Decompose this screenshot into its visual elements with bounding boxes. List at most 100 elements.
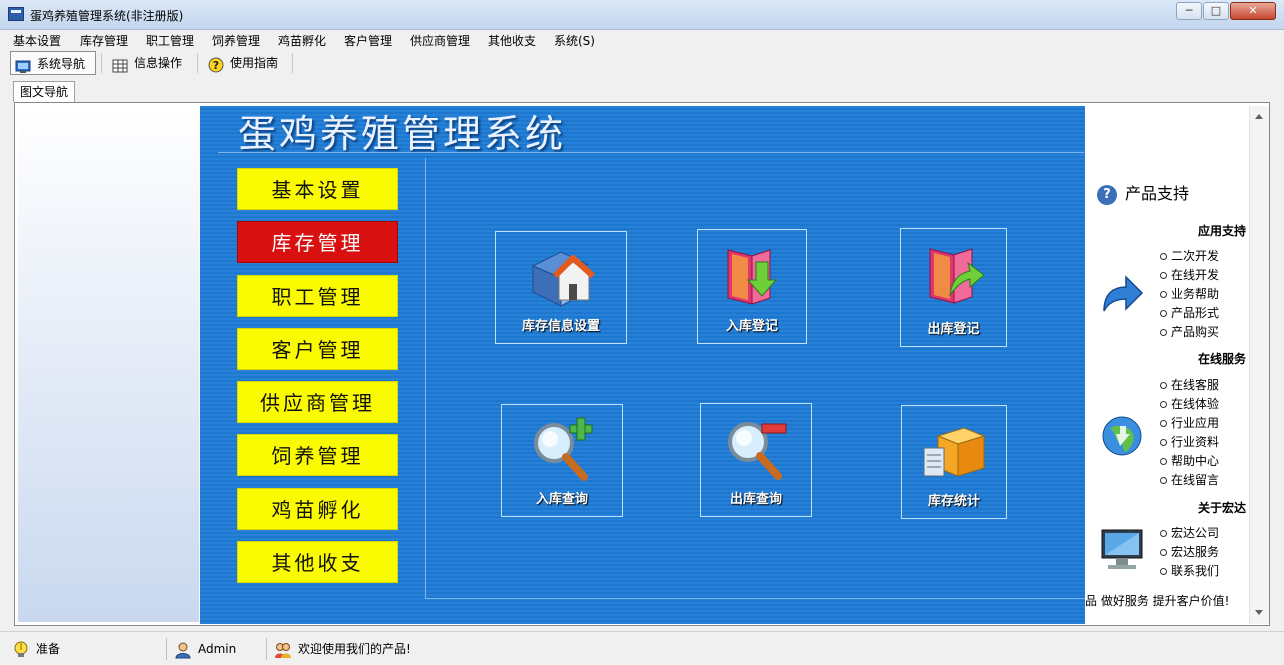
question-icon: ?: [1097, 184, 1117, 205]
panel-title: 蛋鸡养殖管理系统: [238, 112, 567, 156]
scroll-up-icon[interactable]: [1255, 114, 1263, 119]
status-ready: 准备: [12, 636, 60, 662]
left-gradient-strip: [18, 106, 199, 622]
magnifier-plus-icon: [528, 417, 596, 483]
status-separator: [166, 638, 167, 660]
toolbar-separator: [101, 53, 102, 73]
section-about-title: 关于宏达: [1197, 501, 1246, 515]
folder-arrow-out-icon: [920, 241, 988, 307]
menu-suppliers[interactable]: 供应商管理: [410, 32, 470, 49]
tile-stock-in-query[interactable]: 入库查询: [501, 404, 623, 517]
folder-arrow-down-icon: [718, 242, 786, 308]
window-title: 蛋鸡养殖管理系统(非注册版): [30, 9, 184, 23]
link-industry-docs[interactable]: 行业资料: [1160, 433, 1219, 450]
tile-inventory-settings[interactable]: 库存信息设置: [495, 231, 627, 344]
nav-divider: [425, 158, 426, 598]
tab-graphic-nav[interactable]: 图文导航: [13, 81, 75, 102]
link-product-form[interactable]: 产品形式: [1160, 304, 1219, 321]
globe-icon: [1100, 412, 1144, 458]
info-ops-label: 信息操作: [134, 56, 183, 70]
support-footer-marquee: 品 做好服务 提升客户价值!: [1085, 594, 1230, 608]
vertical-scrollbar[interactable]: [1249, 106, 1269, 624]
section-app-support-title: 应用支持: [1197, 224, 1246, 238]
tile-stock-in-query-label: 入库查询: [535, 492, 588, 507]
link-industry-apps[interactable]: 行业应用: [1160, 414, 1219, 431]
toolbar: 系统导航 信息操作 ? 使用指南: [0, 50, 1284, 77]
nav-inventory[interactable]: 库存管理: [237, 221, 398, 263]
user-icon: [174, 641, 192, 659]
menu-customers[interactable]: 客户管理: [344, 32, 392, 49]
nav-staff[interactable]: 职工管理: [237, 275, 398, 317]
tile-stock-out-label: 出库登记: [927, 322, 980, 337]
user-guide-button[interactable]: ? 使用指南: [204, 51, 290, 75]
menu-hatching[interactable]: 鸡苗孵化: [278, 32, 326, 49]
forward-arrow-icon: [1100, 271, 1144, 317]
title-bar: 蛋鸡养殖管理系统(非注册版) ─ □ ✕: [0, 0, 1284, 30]
status-ready-text: 准备: [36, 642, 61, 656]
support-heading-text: 产品支持: [1125, 184, 1190, 203]
toolbar-separator: [292, 53, 293, 73]
maximize-button[interactable]: □: [1203, 2, 1229, 20]
support-heading: ? 产品支持: [1097, 180, 1189, 205]
nav-suppliers[interactable]: 供应商管理: [237, 381, 398, 423]
status-message: 欢迎使用我们的产品!: [274, 636, 411, 662]
product-support-panel: ? 产品支持 应用支持 二次开发 在线开发 业务帮助 产品形式 产品购买 在线服务…: [1085, 106, 1249, 624]
tile-inventory-stats[interactable]: 库存统计: [901, 405, 1007, 519]
menu-feeding[interactable]: 饲养管理: [212, 32, 260, 49]
link-secondary-dev[interactable]: 二次开发: [1160, 247, 1219, 264]
link-company[interactable]: 宏达公司: [1160, 524, 1219, 541]
svg-text:?: ?: [213, 59, 219, 72]
link-online-message[interactable]: 在线留言: [1160, 471, 1219, 488]
close-button[interactable]: ✕: [1230, 2, 1276, 20]
monitor-icon: [15, 58, 31, 73]
grid-icon: [112, 57, 128, 72]
tile-stock-out-query-label: 出库查询: [729, 492, 782, 507]
menu-inventory[interactable]: 库存管理: [80, 32, 128, 49]
tile-inventory-settings-label: 库存信息设置: [521, 319, 600, 334]
link-online-trial[interactable]: 在线体验: [1160, 395, 1219, 412]
tile-stock-in-label: 入库登记: [725, 319, 778, 334]
system-nav-label: 系统导航: [37, 57, 86, 71]
app-icon: [8, 7, 24, 21]
folder-house-icon: [527, 244, 596, 310]
info-ops-button[interactable]: 信息操作: [108, 51, 194, 75]
boxes-icon: [920, 418, 988, 484]
link-online-cs[interactable]: 在线客服: [1160, 376, 1219, 393]
status-bar: 准备 Admin 欢迎使用我们的产品!: [0, 631, 1284, 665]
status-user: Admin: [174, 636, 236, 662]
link-business-help[interactable]: 业务帮助: [1160, 285, 1219, 302]
nav-other-finance[interactable]: 其他收支: [237, 541, 398, 583]
help-icon: ?: [208, 57, 224, 72]
link-contact-us[interactable]: 联系我们: [1160, 562, 1219, 579]
toolbar-separator: [197, 53, 198, 73]
magnifier-minus-icon: [722, 416, 790, 482]
lightbulb-icon: [12, 641, 30, 659]
link-online-dev[interactable]: 在线开发: [1160, 266, 1219, 283]
section-online-service-title: 在线服务: [1197, 352, 1246, 366]
menu-staff[interactable]: 职工管理: [146, 32, 194, 49]
minimize-button[interactable]: ─: [1176, 2, 1202, 20]
nav-basic-settings[interactable]: 基本设置: [237, 168, 398, 210]
monitor-icon: [1100, 526, 1144, 572]
nav-feeding[interactable]: 饲养管理: [237, 434, 398, 476]
tile-stock-out[interactable]: 出库登记: [900, 228, 1007, 347]
status-user-text: Admin: [198, 642, 237, 656]
link-product-purchase[interactable]: 产品购买: [1160, 323, 1219, 340]
menu-basic-settings[interactable]: 基本设置: [13, 32, 61, 49]
bottom-divider: [425, 598, 1085, 599]
people-icon: [274, 641, 292, 659]
tile-stock-out-query[interactable]: 出库查询: [700, 403, 812, 517]
menu-bar: 基本设置 库存管理 职工管理 饲养管理 鸡苗孵化 客户管理 供应商管理 其他收支…: [0, 30, 1284, 50]
nav-customers[interactable]: 客户管理: [237, 328, 398, 370]
scroll-down-icon[interactable]: [1255, 610, 1263, 615]
menu-other-finance[interactable]: 其他收支: [488, 32, 536, 49]
user-guide-label: 使用指南: [230, 56, 279, 70]
link-services[interactable]: 宏达服务: [1160, 543, 1219, 560]
status-message-text: 欢迎使用我们的产品!: [298, 642, 411, 656]
status-separator: [266, 638, 267, 660]
nav-hatching[interactable]: 鸡苗孵化: [237, 488, 398, 530]
link-help-center[interactable]: 帮助中心: [1160, 452, 1219, 469]
tile-stock-in[interactable]: 入库登记: [697, 229, 807, 344]
menu-system[interactable]: 系统(S): [554, 32, 595, 49]
system-nav-button[interactable]: 系统导航: [10, 51, 96, 75]
